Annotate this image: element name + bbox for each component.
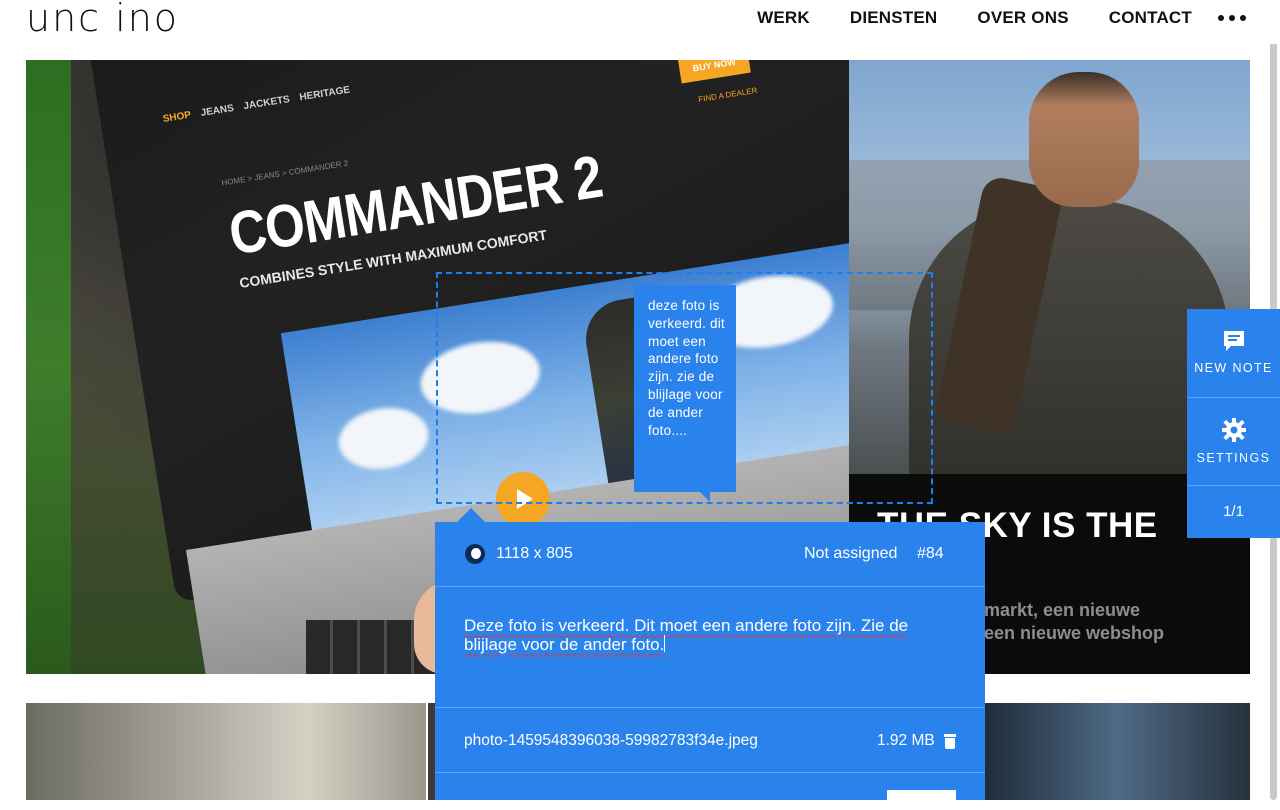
new-note-button[interactable]: NEW NOTE: [1187, 309, 1280, 398]
attachment-link[interactable]: photo-1459548396038-59982783f34e.jpeg: [464, 732, 758, 750]
settings-button[interactable]: SETTINGS: [1187, 397, 1280, 486]
nav-diensten[interactable]: DIENSTEN: [850, 8, 938, 28]
screen-dealer-link: FIND A DEALER: [697, 85, 758, 104]
comment-textarea[interactable]: Deze foto is verkeerd. Dit moet een ande…: [464, 616, 954, 654]
screen-nav-shop: SHOP: [162, 109, 192, 125]
screen-buy-button: BUY NOW: [677, 60, 751, 84]
panel-action-button[interactable]: [887, 790, 956, 810]
background-foliage: [26, 60, 71, 674]
settings-label: SETTINGS: [1196, 451, 1271, 465]
screen-nav-jackets: JACKETS: [242, 94, 291, 113]
annotation-meta-bar: 1118 x 805 Not assigned #84: [435, 522, 985, 587]
project-image-street[interactable]: [26, 703, 426, 800]
comment-icon: [1222, 329, 1246, 353]
project-image-city[interactable]: [985, 703, 1250, 800]
ellipsis-icon[interactable]: [1218, 10, 1248, 26]
annotation-number: #84: [917, 545, 944, 562]
man-head: [1029, 72, 1139, 207]
text-caret: [664, 635, 666, 652]
attachment-size: 1.92 MB: [877, 732, 935, 749]
firefox-icon: [465, 544, 485, 564]
screen-nav: SHOP JEANS JACKETS HERITAGE: [162, 85, 351, 125]
new-note-label: NEW NOTE: [1194, 361, 1273, 375]
case-subtitle: markt, een nieuwe een nieuwe webshop: [984, 599, 1164, 645]
case-subtitle-line: een nieuwe webshop: [984, 623, 1165, 643]
nav-over-ons[interactable]: OVER ONS: [977, 8, 1068, 28]
page-counter: 1/1: [1223, 503, 1244, 520]
nav-contact[interactable]: CONTACT: [1109, 8, 1192, 28]
nav-werk[interactable]: WERK: [757, 8, 810, 28]
gear-icon: [1221, 417, 1247, 443]
screen-nav-jeans: JEANS: [199, 102, 235, 119]
assignee-selector[interactable]: Not assigned: [804, 545, 897, 563]
cloud: [334, 401, 433, 476]
trash-icon[interactable]: [944, 734, 956, 749]
comment-text: Deze foto is verkeerd. Dit moet een ande…: [464, 616, 909, 654]
screen-dimensions: 1118 x 805: [496, 545, 573, 562]
screen-nav-heritage: HERITAGE: [298, 84, 351, 104]
annotation-panel: 1118 x 805 Not assigned #84 Deze foto is…: [435, 508, 985, 810]
attachment-row: photo-1459548396038-59982783f34e.jpeg 1.…: [435, 707, 985, 773]
annotation-toolbar: NEW NOTE SETTINGS 1/1: [1187, 309, 1280, 538]
site-logo[interactable]: unc ino: [26, 0, 179, 40]
main-nav: WERK DIENSTEN OVER ONS CONTACT: [757, 8, 1192, 28]
annotation-note-bubble[interactable]: deze foto is verkeerd. dit moet een ande…: [634, 285, 736, 502]
case-subtitle-line: markt, een nieuwe: [984, 600, 1141, 620]
site-header: unc ino WERK DIENSTEN OVER ONS CONTACT: [0, 0, 1280, 44]
